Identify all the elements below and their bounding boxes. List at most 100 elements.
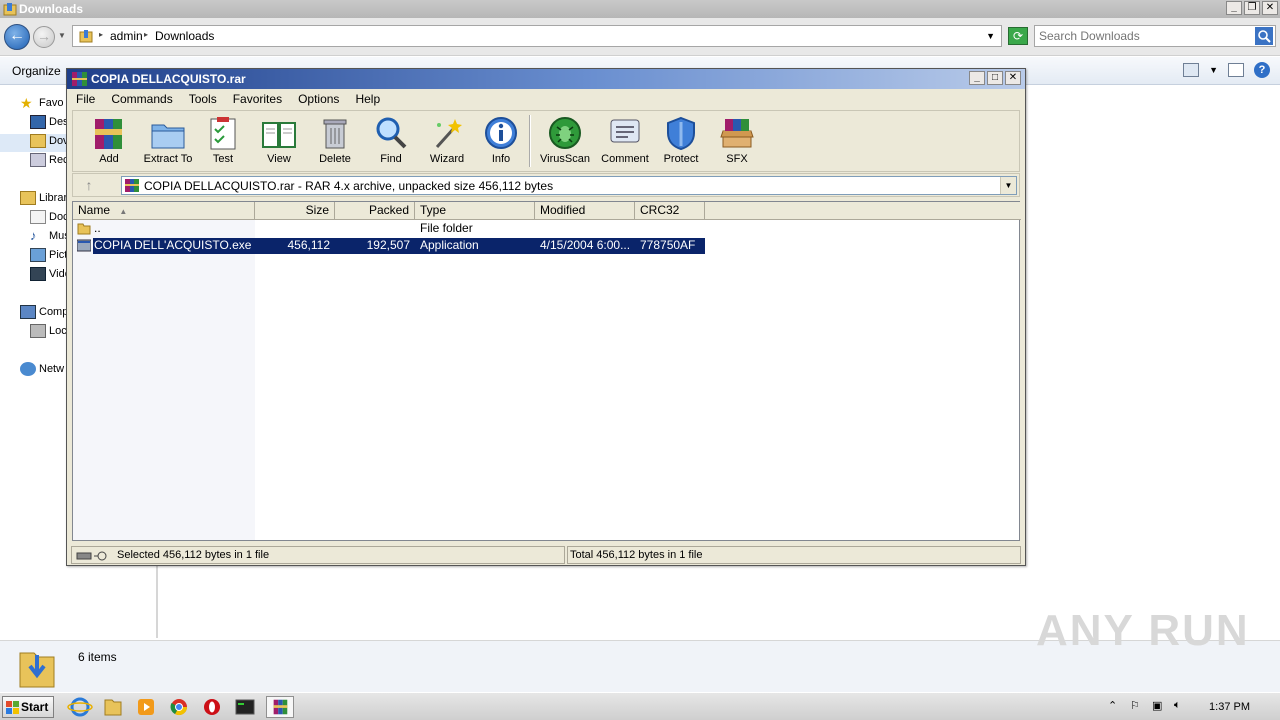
column-header-size[interactable]: Size	[255, 202, 335, 220]
documents-icon	[30, 210, 46, 224]
nav-computer[interactable]: Comp	[20, 305, 68, 323]
action-center-flag-icon[interactable]: ⚐	[1130, 699, 1144, 713]
back-button[interactable]: ←	[4, 24, 30, 50]
column-header-type[interactable]: Type	[415, 202, 535, 220]
file-type: Application	[420, 238, 479, 252]
nav-favorites[interactable]: ★ Favo	[20, 96, 63, 114]
sfx-box-icon	[720, 119, 754, 148]
internet-explorer-icon[interactable]	[66, 696, 94, 718]
chevron-right-icon[interactable]: ▸	[99, 30, 103, 39]
explorer-title: Downloads	[19, 2, 84, 16]
terminal-icon[interactable]	[231, 696, 259, 718]
table-row-parent-folder[interactable]: .. File folder	[73, 221, 1019, 237]
view-book-icon	[262, 122, 296, 148]
up-one-level-icon[interactable]: ↑	[81, 178, 97, 194]
winrar-icon	[72, 72, 87, 86]
nav-videos[interactable]: Vide	[30, 267, 71, 285]
menu-commands[interactable]: Commands	[102, 89, 179, 109]
help-icon[interactable]: ?	[1254, 62, 1270, 78]
start-button[interactable]: Start	[2, 696, 54, 718]
wizard-button[interactable]: Wizard	[419, 115, 475, 171]
archive-path-box[interactable]: COPIA DELLACQUISTO.rar - RAR 4.x archive…	[121, 176, 1017, 195]
protect-button[interactable]: Protect	[653, 115, 709, 171]
windows-logo-icon	[6, 701, 19, 714]
nav-music[interactable]: ♪ Mus	[30, 229, 70, 247]
nav-recent[interactable]: Rec	[30, 153, 69, 171]
close-button[interactable]: ✕	[1005, 71, 1021, 85]
view-dropdown-icon[interactable]: ▼	[1209, 65, 1218, 75]
test-clipboard-icon	[210, 117, 236, 150]
search-box[interactable]	[1034, 25, 1276, 47]
restore-button[interactable]: ❐	[1244, 1, 1260, 15]
comment-button[interactable]: Comment	[593, 115, 657, 171]
opera-icon[interactable]	[198, 696, 226, 718]
winrar-taskbar-icon[interactable]	[266, 696, 294, 718]
network-tray-icon[interactable]: ▣	[1152, 699, 1166, 713]
minimize-button[interactable]: _	[1226, 1, 1242, 15]
column-header-crc32[interactable]: CRC32	[635, 202, 705, 220]
column-header-name[interactable]: Name ▲	[73, 202, 255, 220]
search-icon[interactable]	[1255, 27, 1273, 45]
forward-button[interactable]: →	[33, 26, 55, 48]
file-packed: 192,507	[366, 238, 410, 252]
volume-icon[interactable]: 🔈︎	[1174, 699, 1188, 713]
file-modified	[535, 221, 635, 237]
address-dropdown-icon[interactable]: ▼	[986, 31, 995, 41]
chevron-right-icon[interactable]: ▸	[144, 30, 148, 39]
winrar-status-bar: Selected 456,112 bytes in 1 file Total 4…	[69, 545, 1023, 565]
menu-favorites[interactable]: Favorites	[224, 89, 289, 109]
table-row-selected[interactable]: COPIA DELL'ACQUISTO.exe 456,112 192,507 …	[73, 238, 1019, 254]
change-view-icon[interactable]	[1183, 63, 1200, 77]
menu-options[interactable]: Options	[289, 89, 346, 109]
test-button[interactable]: Test	[195, 115, 251, 171]
media-player-icon[interactable]	[132, 696, 160, 718]
maximize-button[interactable]: □	[987, 71, 1003, 85]
delete-button[interactable]: Delete	[307, 115, 363, 171]
magnifier-icon	[376, 117, 407, 149]
address-bar[interactable]: ▸ admin ▸ Downloads ▼	[72, 25, 1002, 47]
chrome-icon[interactable]	[165, 696, 193, 718]
nav-local-disk[interactable]: Loc	[30, 324, 67, 342]
breadcrumb-admin[interactable]: admin	[110, 29, 143, 43]
winrar-title-bar[interactable]: COPIA DELLACQUISTO.rar _ □ ✕	[67, 69, 1025, 89]
breadcrumb-downloads[interactable]: Downloads	[155, 29, 214, 43]
extract-to-button[interactable]: Extract To	[137, 115, 199, 171]
column-header-filler	[705, 202, 1021, 220]
nav-documents[interactable]: Doc	[30, 210, 69, 228]
column-header-packed[interactable]: Packed	[335, 202, 415, 220]
organize-menu[interactable]: Organize	[12, 64, 61, 78]
clock[interactable]: 1:37 PM	[1209, 701, 1250, 713]
minimize-button[interactable]: _	[969, 71, 985, 85]
view-button[interactable]: View	[251, 115, 307, 171]
downloads-folder-icon	[30, 134, 46, 148]
menu-file[interactable]: File	[67, 89, 102, 109]
find-button[interactable]: Find	[363, 115, 419, 171]
add-archive-icon	[95, 119, 122, 149]
add-button[interactable]: Add	[81, 115, 137, 171]
status-selected: Selected 456,112 bytes in 1 file	[117, 549, 270, 561]
info-button[interactable]: Info	[473, 115, 529, 171]
winrar-window: COPIA DELLACQUISTO.rar _ □ ✕ File Comman…	[66, 68, 1026, 566]
column-header-modified[interactable]: Modified	[535, 202, 635, 220]
status-total: Total 456,112 bytes in 1 file	[570, 549, 703, 561]
history-dropdown-icon[interactable]: ▼	[58, 31, 66, 40]
menu-help[interactable]: Help	[346, 89, 387, 109]
file-crc: 778750AF	[640, 238, 696, 252]
show-hidden-icons-icon[interactable]: ⌃	[1108, 699, 1122, 713]
nav-network[interactable]: Netw	[20, 362, 64, 380]
menu-tools[interactable]: Tools	[180, 89, 224, 109]
file-explorer-icon[interactable]	[99, 696, 127, 718]
nav-pictures[interactable]: Pict	[30, 248, 67, 266]
file-name: COPIA DELL'ACQUISTO.exe	[94, 238, 252, 252]
libraries-icon	[20, 191, 36, 205]
file-size: 456,112	[287, 238, 331, 252]
close-button[interactable]: ✕	[1262, 1, 1278, 15]
sfx-button[interactable]: SFX	[709, 115, 765, 171]
preview-pane-icon[interactable]	[1228, 63, 1244, 77]
path-dropdown-icon[interactable]: ▼	[1000, 177, 1016, 194]
nav-desktop[interactable]: Des	[30, 115, 69, 133]
virusscan-button[interactable]: VirusScan	[535, 115, 595, 171]
refresh-button[interactable]: ⟳	[1008, 27, 1028, 45]
nav-libraries[interactable]: Librar	[20, 191, 67, 209]
search-input[interactable]	[1039, 29, 1249, 43]
